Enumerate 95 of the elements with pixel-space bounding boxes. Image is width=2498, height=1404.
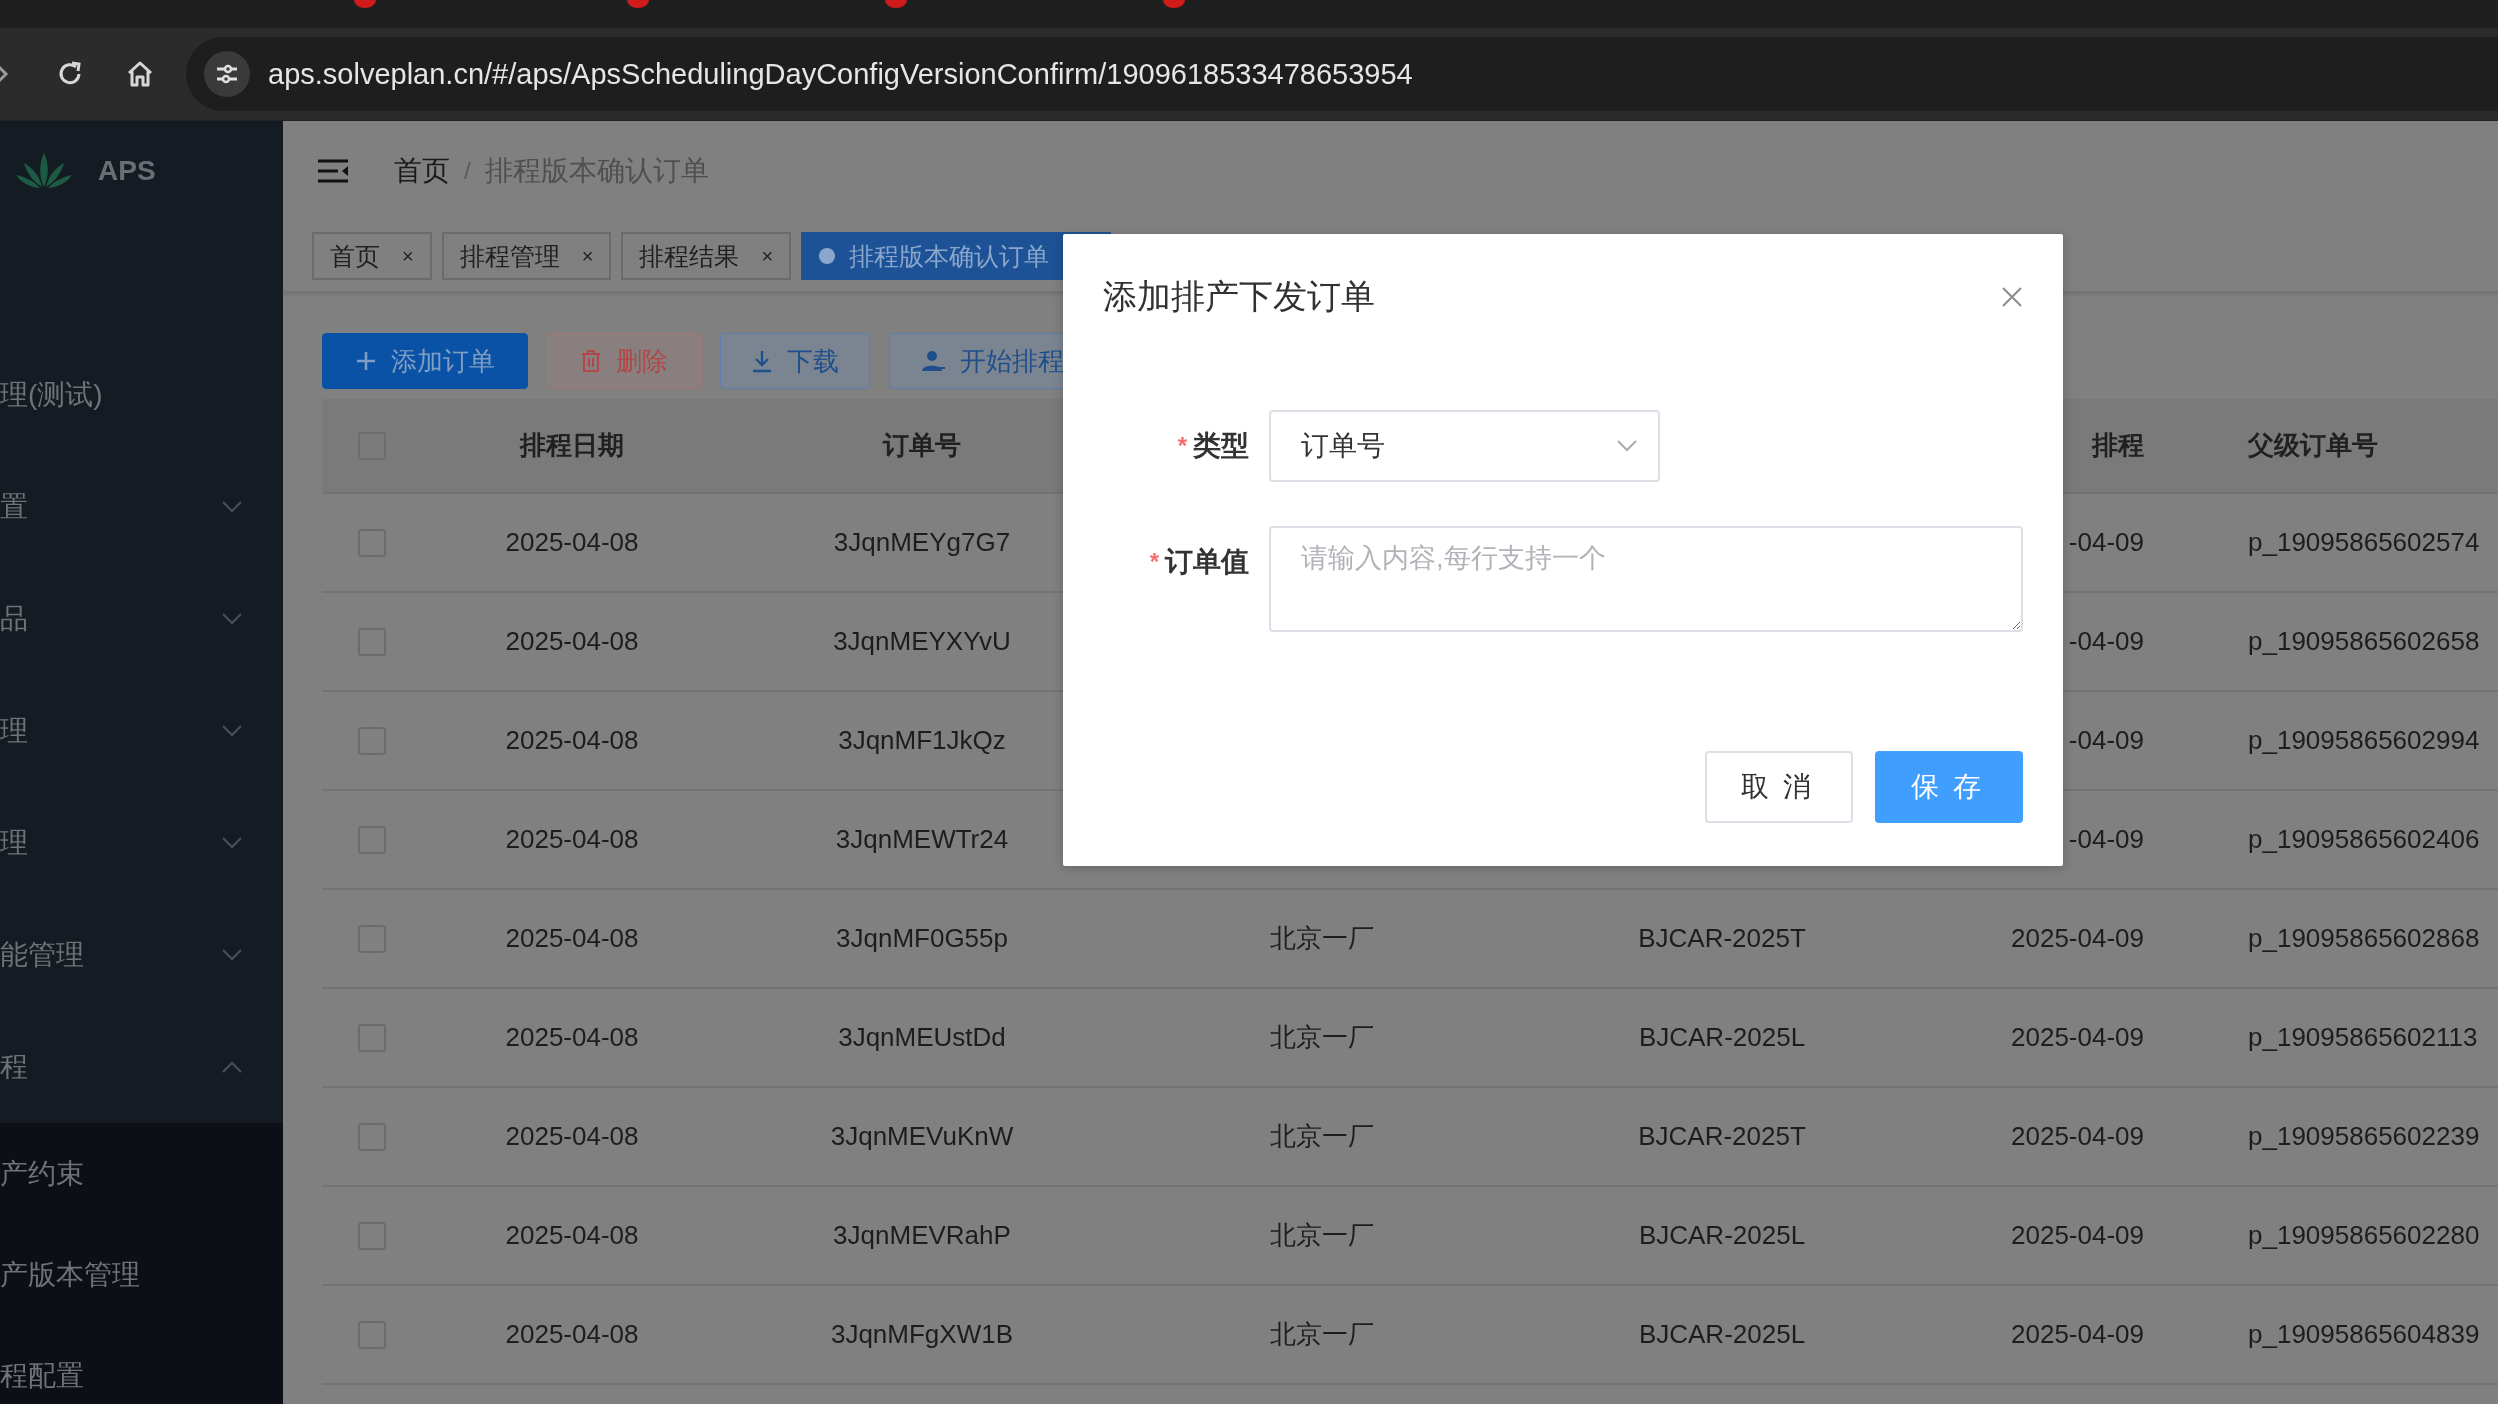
- table-cell: 北京一厂: [1270, 1022, 1374, 1052]
- table-cell: p_19095865602994: [2248, 725, 2480, 755]
- menu-icon[interactable]: [316, 158, 350, 184]
- column-header: 订单号: [881, 429, 962, 462]
- table-cell: 3JqnMEVRahP: [833, 1220, 1011, 1250]
- table-cell: p_19095865602280: [2248, 1220, 2480, 1250]
- submenu-item[interactable]: 产版本管理: [0, 1224, 283, 1325]
- menu-item[interactable]: 理(测试): [0, 339, 283, 451]
- table-cell: 3JqnMEYg7G7: [833, 527, 1011, 557]
- tab-favicon-icon[interactable]: [354, 0, 376, 8]
- tab-close-button[interactable]: ×: [402, 244, 414, 268]
- field-label: 订单值: [1165, 545, 1249, 579]
- app-name: APS: [98, 155, 156, 187]
- table-cell: 2025-04-09: [2011, 1319, 2144, 1349]
- breadcrumb-separator: /: [464, 157, 471, 185]
- table-cell: -04-09: [2068, 527, 2144, 557]
- table-cell: p_19095865602574: [2248, 527, 2480, 557]
- table-cell: 2025-04-09: [2011, 923, 2144, 953]
- leaf-logo-icon: [16, 151, 72, 191]
- table-cell: BJCAR-2025T: [1638, 1121, 1806, 1151]
- tab-favicon-icon[interactable]: [1163, 0, 1185, 8]
- table-cell: 3JqnMF1JkQz: [838, 725, 1006, 755]
- active-dot-icon: [819, 248, 836, 264]
- tab-close-button[interactable]: ×: [581, 244, 594, 268]
- table-cell: 2025-04-08: [505, 923, 639, 953]
- required-mark: *: [1177, 432, 1187, 460]
- tab-close-button[interactable]: ×: [761, 244, 774, 268]
- table-cell: p_19095865604839: [2248, 1319, 2480, 1349]
- address-bar[interactable]: aps.solveplan.cn/#/aps/ApsSchedulingDayConfigVersionConfirm/1909618533478653954: [186, 37, 2498, 111]
- table-cell: -04-09: [2068, 725, 2144, 755]
- dialog-title: 添加排产下发订单: [1103, 276, 1375, 317]
- table-cell: BJCAR-2025L: [1638, 1220, 1806, 1250]
- person-icon: [920, 349, 946, 373]
- add-order-button[interactable]: 添加订单: [322, 333, 528, 389]
- menu-item[interactable]: 能管理: [0, 899, 283, 1011]
- field-label: 类型: [1193, 429, 1249, 463]
- order-value-field[interactable]: 请输入内容,每行支持一个: [1269, 526, 2023, 632]
- table-cell: 2025-04-08: [505, 626, 639, 656]
- table-cell: BJCAR-2025L: [1638, 1022, 1806, 1052]
- submenu-item[interactable]: 程配置: [0, 1325, 283, 1404]
- table-cell: 3JqnMEUstDd: [838, 1022, 1006, 1052]
- table-cell: p_19095865602868: [2248, 923, 2480, 953]
- table-cell: BJCAR-2025T: [1638, 923, 1806, 953]
- page-tab[interactable]: 排程结果: [639, 239, 740, 273]
- tab-favicon-icon[interactable]: [627, 0, 649, 8]
- menu-item[interactable]: 理: [0, 675, 283, 787]
- column-header: 排程: [2090, 429, 2145, 462]
- type-select[interactable]: 订单号: [1269, 410, 1660, 482]
- column-header: 排程日期: [518, 429, 625, 462]
- chevron-down-icon: [1616, 439, 1638, 453]
- submenu-item[interactable]: 产约束: [0, 1123, 283, 1224]
- table-cell: p_19095865602239: [2248, 1121, 2480, 1151]
- required-mark: *: [1149, 548, 1159, 576]
- table-cell: 2025-04-08: [505, 725, 639, 755]
- table-cell: 2025-04-08: [505, 1220, 639, 1250]
- table-cell: p_19095865602113: [2248, 1022, 2478, 1052]
- table-cell: 3JqnMEWTr24: [835, 824, 1009, 854]
- table-cell: 2025-04-08: [505, 1022, 639, 1052]
- menu-item[interactable]: 程: [0, 1011, 283, 1123]
- column-header: 父级订单号: [2246, 429, 2378, 462]
- table-cell: 3JqnMEYXYvU: [833, 626, 1011, 656]
- menu-item[interactable]: 置: [0, 451, 283, 563]
- table-cell: 2025-04-08: [505, 1121, 639, 1151]
- table-cell: p_19095865602658: [2248, 626, 2480, 656]
- table-cell: 3JqnMFgXW1B: [830, 1319, 1014, 1349]
- table-cell: 北京一厂: [1270, 1319, 1374, 1349]
- menu-item[interactable]: 理: [0, 787, 283, 899]
- page-tab[interactable]: 首页: [330, 239, 380, 273]
- breadcrumb-item[interactable]: 首页: [394, 152, 450, 190]
- table-cell: -04-09: [2068, 626, 2144, 656]
- save-button[interactable]: 保存: [1875, 751, 2023, 823]
- site-settings-icon[interactable]: [204, 51, 250, 97]
- table-cell: 3JqnMEVuKnW: [830, 1121, 1014, 1151]
- tab-favicon-icon[interactable]: [885, 0, 907, 8]
- table-cell: 2025-04-09: [2011, 1121, 2144, 1151]
- plus-icon: [355, 350, 377, 372]
- table-cell: 北京一厂: [1270, 1121, 1374, 1151]
- table-cell: 北京一厂: [1270, 1220, 1374, 1250]
- table-cell: p_19095865602406: [2248, 824, 2480, 854]
- close-icon[interactable]: [2001, 286, 2023, 308]
- table-cell: 2025-04-08: [505, 527, 639, 557]
- table-cell: 2025-04-09: [2011, 1022, 2144, 1052]
- download-icon: [751, 349, 773, 373]
- table-cell: 2025-04-08: [505, 1319, 639, 1349]
- menu-item[interactable]: 品: [0, 563, 283, 675]
- table-cell: BJCAR-2025L: [1638, 1319, 1806, 1349]
- table-cell: 北京一厂: [1270, 923, 1374, 953]
- download-button[interactable]: 下载: [720, 333, 870, 389]
- page-tab[interactable]: 排程管理: [459, 239, 560, 273]
- table-cell: -04-09: [2068, 824, 2144, 854]
- table-cell: 2025-04-09: [2011, 1220, 2144, 1250]
- table-cell: 2025-04-08: [505, 824, 639, 854]
- cancel-button[interactable]: 取消: [1705, 751, 1853, 823]
- table-cell: 3JqnMF0G55p: [836, 923, 1008, 953]
- trash-icon: [580, 349, 602, 373]
